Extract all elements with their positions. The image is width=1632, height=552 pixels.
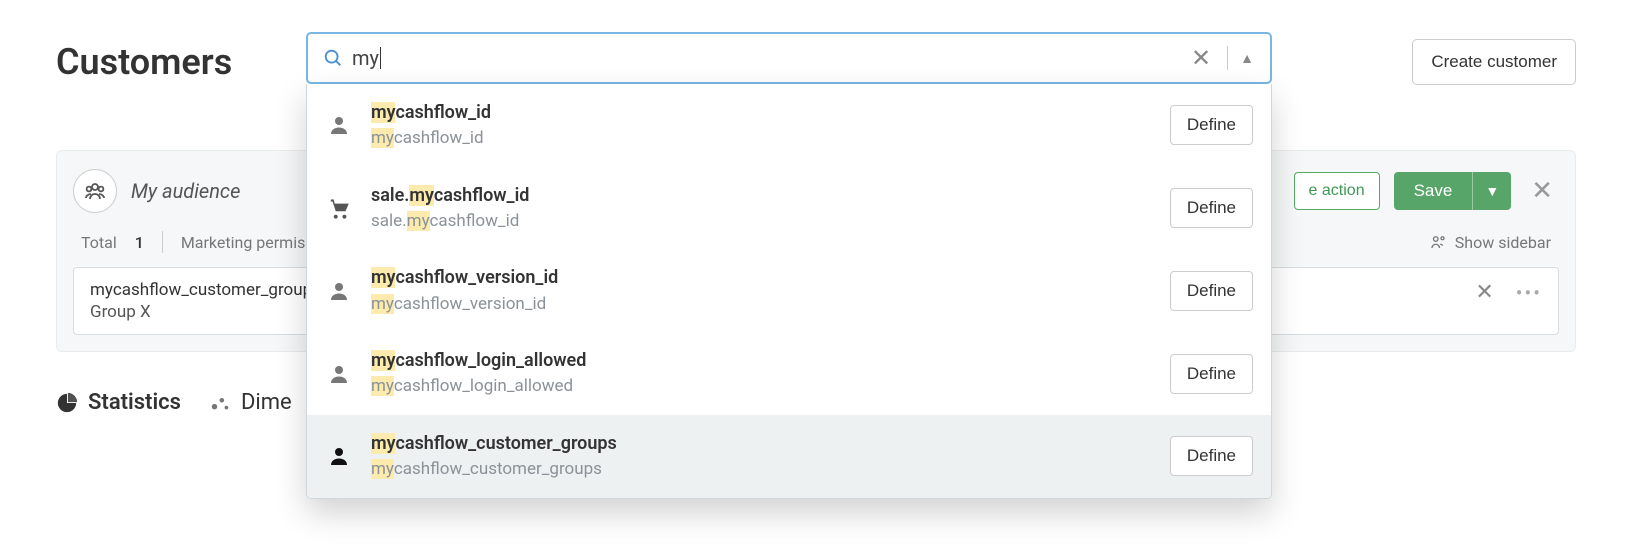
tab-dimensions[interactable]: Dime (209, 390, 292, 415)
filter-chip-subtitle: Group X (90, 302, 321, 322)
total-value: 1 (135, 233, 144, 252)
define-button[interactable]: Define (1170, 271, 1253, 311)
collapse-icon[interactable]: ▲ (1234, 50, 1260, 67)
create-action-button[interactable]: e action (1294, 172, 1380, 210)
search-result-item[interactable]: sale.mycashflow_idsale.mycashflow_id Defi… (307, 167, 1271, 250)
search-results-dropdown: mycashflow_idmycashflow_idDefinesale.myc… (306, 84, 1272, 499)
cart-icon (325, 195, 353, 221)
total-label: Total (81, 233, 117, 252)
search-result-item[interactable]: mycashflow_idmycashflow_id Define (307, 84, 1271, 167)
person-icon (325, 362, 353, 386)
show-sidebar-label: Show sidebar (1455, 233, 1551, 252)
audience-icon (73, 169, 117, 213)
person-icon (325, 113, 353, 137)
filter-more-icon[interactable]: ••• (1516, 281, 1542, 305)
search-result-item[interactable]: mycashflow_version_idmycashflow_version_… (307, 249, 1271, 332)
result-title: mycashflow_login_allowed (371, 348, 1152, 374)
save-button[interactable]: Save (1394, 172, 1473, 210)
tab-statistics-label: Statistics (88, 390, 181, 415)
close-panel-icon[interactable]: ✕ (1525, 172, 1559, 210)
person-solid-icon (325, 444, 353, 468)
sidebar-icon (1429, 233, 1447, 251)
result-title: mycashflow_customer_groups (371, 431, 1152, 457)
result-subtitle: sale.mycashflow_id (371, 209, 1152, 234)
result-title: mycashflow_version_id (371, 265, 1152, 291)
define-button[interactable]: Define (1170, 105, 1253, 145)
result-subtitle: mycashflow_id (371, 126, 1152, 151)
define-button[interactable]: Define (1170, 354, 1253, 394)
search-icon (322, 47, 344, 69)
remove-filter-icon[interactable]: ✕ (1475, 280, 1493, 305)
scatter-icon (209, 392, 231, 414)
search-result-item[interactable]: mycashflow_login_allowedmycashflow_login… (307, 332, 1271, 415)
show-sidebar-button[interactable]: Show sidebar (1429, 233, 1551, 252)
save-dropdown-button[interactable]: ▼ (1472, 172, 1511, 210)
result-subtitle: mycashflow_customer_groups (371, 457, 1152, 482)
define-button[interactable]: Define (1170, 436, 1253, 476)
clear-search-icon[interactable]: ✕ (1181, 44, 1221, 72)
result-title: sale.mycashflow_id (371, 183, 1152, 209)
define-button[interactable]: Define (1170, 188, 1253, 228)
result-subtitle: mycashflow_login_allowed (371, 374, 1152, 399)
create-customer-button[interactable]: Create customer (1412, 39, 1576, 85)
search-autocomplete: my ✕ ▲ mycashflow_idmycashflow_idDefines… (306, 32, 1272, 499)
divider (1227, 46, 1228, 70)
result-subtitle: mycashflow_version_id (371, 292, 1152, 317)
page-title: Customers (56, 41, 232, 83)
tab-statistics[interactable]: Statistics (56, 390, 181, 415)
search-input[interactable]: my (344, 34, 1181, 82)
divider (162, 231, 163, 253)
search-box[interactable]: my ✕ ▲ (306, 32, 1272, 84)
pie-chart-icon (56, 392, 78, 414)
marketing-permissions-label: Marketing permis (181, 233, 306, 252)
filter-chip-title: mycashflow_customer_groups (90, 280, 321, 300)
search-result-item[interactable]: mycashflow_customer_groupsmycashflow_cus… (307, 415, 1271, 498)
save-button-group: Save ▼ (1394, 172, 1512, 210)
person-icon (325, 279, 353, 303)
tab-dimensions-label: Dime (241, 390, 292, 415)
result-title: mycashflow_id (371, 100, 1152, 126)
